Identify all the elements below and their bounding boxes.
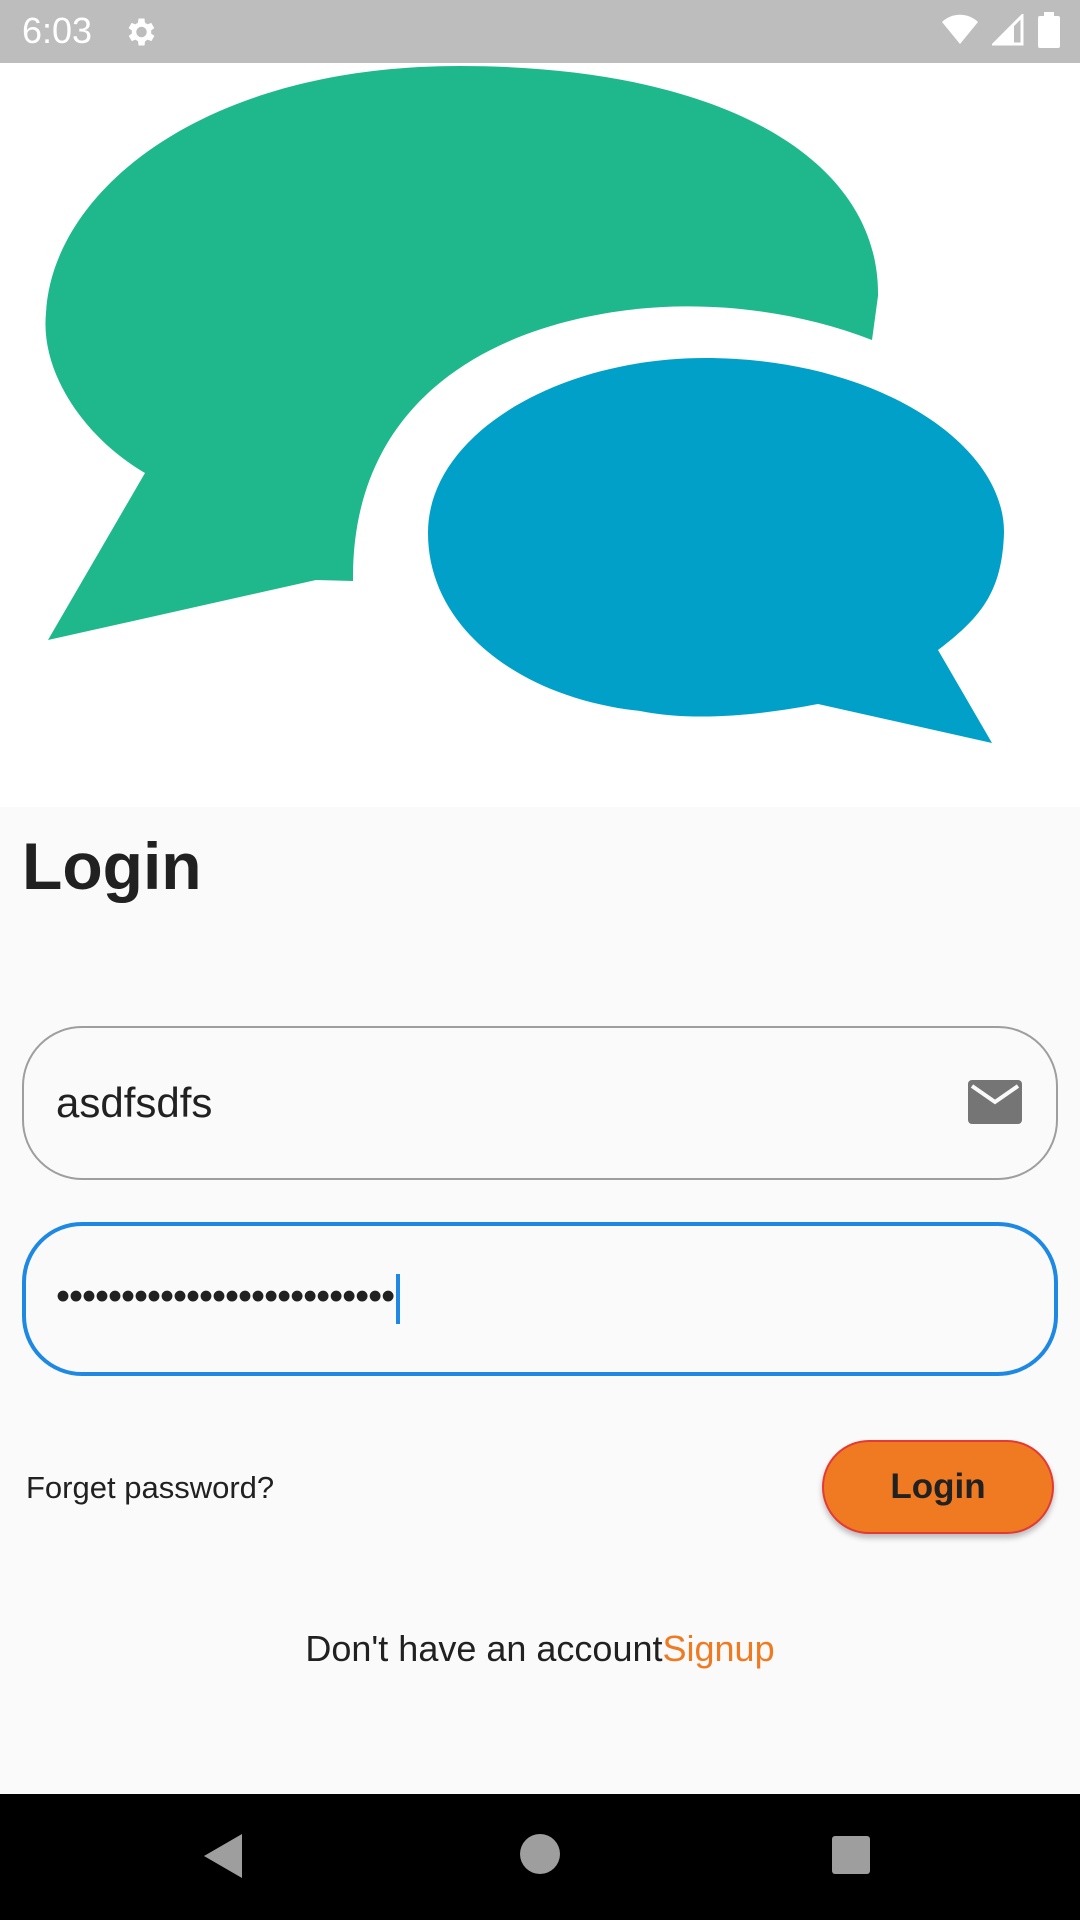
text-cursor — [396, 1274, 401, 1324]
gear-icon — [128, 18, 155, 46]
login-button[interactable]: Login — [822, 1440, 1054, 1534]
status-bar: 6:03 — [0, 0, 1080, 63]
signal-icon — [992, 14, 1024, 46]
login-screen: 6:03 Login asdfsdfs ••••••••••••••••••••… — [0, 0, 1080, 1920]
status-icons — [942, 12, 1060, 48]
logo-area — [0, 63, 1080, 807]
password-field-value: •••••••••••••••••••••••••• — [56, 1274, 401, 1324]
signup-line: Don't have an accountSignup — [0, 1628, 1080, 1670]
email-field-value: asdfsdfs — [56, 1079, 213, 1126]
navigation-bar — [0, 1794, 1080, 1920]
chat-bubbles-logo — [45, 66, 1005, 743]
battery-icon — [1038, 12, 1060, 48]
page-title: Login — [22, 829, 202, 903]
email-field[interactable]: asdfsdfs — [22, 1026, 1058, 1180]
home-icon[interactable] — [520, 1834, 560, 1874]
status-time: 6:03 — [22, 10, 93, 51]
back-icon[interactable] — [204, 1834, 244, 1878]
recent-apps-icon[interactable] — [832, 1836, 870, 1874]
signup-prompt: Don't have an account — [305, 1628, 663, 1669]
forget-password-link[interactable]: Forget password? — [26, 1470, 274, 1506]
password-field[interactable]: •••••••••••••••••••••••••• — [22, 1222, 1058, 1376]
password-dots: •••••••••••••••••••••••••• — [56, 1274, 395, 1319]
wifi-icon — [942, 14, 978, 45]
signup-link[interactable]: Signup — [663, 1628, 775, 1669]
mail-icon — [968, 1080, 1022, 1124]
